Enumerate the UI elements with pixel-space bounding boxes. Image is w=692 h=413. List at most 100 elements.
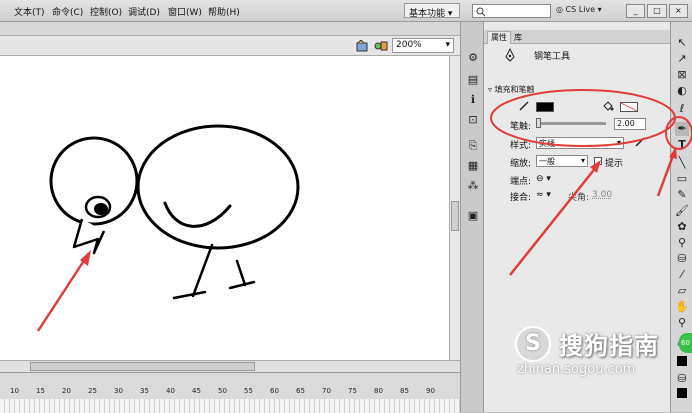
panel-tabs: 属性 库	[484, 30, 670, 44]
stage-horizontal-scrollbar[interactable]	[0, 360, 460, 372]
pen-tool-icon[interactable]: ✒	[675, 122, 689, 136]
close-button[interactable]: ×	[668, 4, 688, 18]
menu-control[interactable]: 控制(O)	[90, 5, 122, 18]
timeline-tick: 90	[426, 387, 435, 395]
timeline-tick: 25	[88, 387, 97, 395]
free-transform-tool-icon[interactable]: ⊠	[675, 68, 689, 82]
hint-checkbox[interactable]	[594, 157, 602, 165]
drawing	[36, 124, 300, 332]
chevron-down-icon: ▾	[546, 174, 551, 184]
line-tool-icon[interactable]: ╲	[675, 156, 689, 170]
eyedropper-tool-icon[interactable]: ⁄	[675, 268, 689, 282]
stroke-color-chip[interactable]	[677, 356, 687, 366]
fill-color-tool-icon[interactable]: ⛁	[675, 372, 689, 386]
scale-select[interactable]: 一般 ▾	[536, 155, 588, 167]
bird-leg-right	[228, 259, 256, 290]
stroke-color-swatch[interactable]	[536, 102, 554, 112]
join-icon: ≈	[536, 190, 544, 200]
sogou-logo: S	[515, 326, 551, 362]
cs-live-icon: ◎	[556, 5, 563, 14]
edit-stroke-style-icon[interactable]	[634, 136, 646, 148]
menu-commands[interactable]: 命令(C)	[52, 5, 83, 18]
menu-help[interactable]: 帮助(H)	[208, 5, 240, 18]
slider-handle[interactable]	[536, 118, 541, 128]
timeline-tick: 55	[244, 387, 253, 395]
color-panel-icon[interactable]: ▤	[465, 72, 481, 88]
history-panel-icon[interactable]: ⎘	[465, 138, 481, 154]
pencil-tool-icon[interactable]: ✎	[675, 188, 689, 202]
menu-window[interactable]: 窗口(W)	[168, 5, 202, 18]
chevron-down-icon: ▾	[546, 190, 551, 200]
3d-rotation-tool-icon[interactable]: ◐	[675, 84, 689, 98]
miter-label: 尖角:	[568, 193, 590, 203]
edit-scene-icon[interactable]	[356, 40, 370, 52]
rectangle-tool-icon[interactable]: ▭	[675, 172, 689, 186]
bird-pupil	[94, 203, 108, 215]
cap-icon: ⊖	[536, 174, 544, 184]
code-snippets-icon[interactable]: ▦	[465, 158, 481, 174]
edit-symbol-icon[interactable]	[374, 40, 388, 52]
timeline-tick: 40	[166, 387, 175, 395]
scale-value: 一般	[539, 157, 555, 166]
timeline-tick: 70	[322, 387, 331, 395]
menu-debug[interactable]: 调试(D)	[128, 5, 160, 18]
timeline-tick: 45	[192, 387, 201, 395]
paint-bucket-icon[interactable]: ⛁	[675, 252, 689, 266]
bird-wing	[163, 201, 232, 228]
stroke-width-input[interactable]: 2.00	[614, 118, 646, 130]
selection-tool-icon[interactable]: ↖	[675, 36, 689, 50]
minimize-button[interactable]: _	[626, 4, 646, 18]
fill-color-chip[interactable]	[677, 388, 687, 398]
bone-tool-icon[interactable]: ⚲	[675, 236, 689, 250]
zoom-tool-icon[interactable]: ⚲	[675, 316, 689, 330]
timeline-tick: 15	[36, 387, 45, 395]
menu-text[interactable]: 文本(T)	[14, 5, 45, 18]
style-select[interactable]: 实线 ▾	[536, 137, 624, 149]
timeline-tick: 20	[62, 387, 71, 395]
join-select[interactable]: ≈ ▾	[536, 190, 551, 200]
stage-canvas[interactable]	[0, 56, 449, 360]
vertical-scroll-thumb[interactable]	[451, 201, 459, 231]
workspace-label: 基本功能	[409, 9, 446, 19]
document-tab-bar	[0, 22, 460, 36]
watermark-main-text: 搜狗指南	[559, 332, 659, 360]
info-panel-icon[interactable]: ℹ	[465, 92, 481, 108]
zoom-select[interactable]: 200% ▾	[392, 38, 454, 53]
components-panel-icon[interactable]: ⁂	[465, 178, 481, 194]
chevron-down-icon: ▾	[445, 40, 450, 50]
subselection-tool-icon[interactable]: ↗	[675, 52, 689, 66]
tab-properties[interactable]: 属性	[487, 31, 511, 44]
workspace-selector[interactable]: 基本功能 ▾	[404, 3, 460, 19]
hand-tool-icon[interactable]: ✋	[675, 300, 689, 314]
fill-color-swatch[interactable]	[620, 102, 638, 112]
miter-value[interactable]: 3.00	[592, 190, 612, 200]
lasso-tool-icon[interactable]: ℓ	[675, 102, 689, 116]
cs-live-button[interactable]: ◎ CS Live ▾	[556, 5, 602, 14]
bird-leg-left	[172, 243, 214, 300]
horizontal-scroll-thumb[interactable]	[30, 362, 255, 371]
eraser-tool-icon[interactable]: ▱	[675, 284, 689, 298]
search-icon	[476, 7, 486, 17]
timeline-frames[interactable]	[0, 399, 460, 413]
watermark-url: zhinan.sogou.com	[517, 362, 636, 377]
brush-tool-icon[interactable]: 🖌	[675, 204, 689, 218]
transform-panel-icon[interactable]: ⊡	[465, 112, 481, 128]
tab-library[interactable]: 库	[511, 32, 525, 43]
cap-select[interactable]: ⊖ ▾	[536, 174, 551, 184]
deco-tool-icon[interactable]: ✿	[675, 220, 689, 234]
text-tool-icon[interactable]: T	[675, 138, 689, 152]
stroke-slider[interactable]	[536, 118, 606, 128]
sogou-watermark: S 搜狗指南 zhinan.sogou.com	[515, 322, 675, 392]
timeline-ruler: 10 15 20 25 30 35 40 45 50 55 60 65 70 7…	[0, 387, 460, 397]
hint-label: 提示	[605, 159, 624, 169]
section-fill-and-stroke[interactable]: ▿ 填充和笔触	[488, 84, 535, 95]
floating-badge[interactable]: 60	[679, 333, 692, 353]
window-controls: _ □ ×	[626, 4, 688, 18]
stage-vertical-scrollbar[interactable]	[449, 56, 460, 360]
scale-label: 缩放:	[510, 159, 532, 169]
motion-presets-icon[interactable]: ▣	[465, 208, 481, 224]
restore-button[interactable]: □	[647, 4, 667, 18]
style-label: 样式:	[510, 141, 532, 151]
align-panel-icon[interactable]: ⚙	[465, 50, 481, 66]
help-search-input[interactable]	[472, 4, 551, 18]
